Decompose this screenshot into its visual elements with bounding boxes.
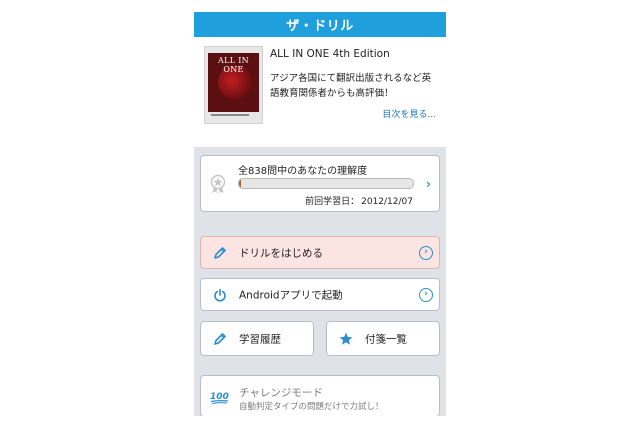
progress-label: 全838問中のあなたの理解度 xyxy=(238,166,368,177)
chevron-right-icon: › xyxy=(426,177,431,191)
toc-link[interactable]: 目次を見る... xyxy=(382,107,436,120)
progress-bar-fill xyxy=(239,179,241,188)
start-drill-label: ドリルをはじめる xyxy=(239,247,323,259)
sticky-notes-button[interactable]: 付箋一覧 xyxy=(326,321,440,356)
app-screen: ザ・ドリル ALL IN ONE ALL IN ONE 4th Edition … xyxy=(194,12,446,416)
sticky-notes-label: 付箋一覧 xyxy=(365,333,407,345)
book-description: アジア各国にて翻訳出版されるなど英語教育関係者からも高評価！ xyxy=(270,73,432,99)
study-history-label: 学習履歴 xyxy=(239,333,281,345)
pencil-icon xyxy=(213,246,227,260)
chevron-circle-icon: › xyxy=(419,287,433,302)
star-icon xyxy=(339,332,353,346)
last-study-value: 2012/12/07 xyxy=(361,197,413,207)
challenge-mode-button[interactable]: 100 チャレンジモード 自動判定タイプの問題だけで力試し！ xyxy=(200,375,440,416)
app-title: ザ・ドリル xyxy=(286,19,354,34)
book-info: ALL IN ONE ALL IN ONE 4th Edition アジア各国に… xyxy=(194,37,446,147)
last-study-label: 前回学習日： xyxy=(305,197,360,207)
chevron-circle-icon: › xyxy=(419,245,433,260)
challenge-mode-subtitle: 自動判定タイプの問題だけで力試し！ xyxy=(239,402,384,412)
study-history-button[interactable]: 学習履歴 xyxy=(200,321,314,356)
book-title: ALL IN ONE 4th Edition xyxy=(270,48,390,60)
pencil-icon xyxy=(213,332,227,346)
start-drill-button[interactable]: ドリルをはじめる › xyxy=(200,236,440,269)
progress-card[interactable]: 全838問中のあなたの理解度 前回学習日： 2012/12/07 › xyxy=(200,155,440,212)
launch-android-app-button[interactable]: Androidアプリで起動 › xyxy=(200,278,440,311)
title-bar: ザ・ドリル xyxy=(194,12,446,37)
challenge-mode-label: チャレンジモード xyxy=(239,387,323,399)
medal-icon xyxy=(210,174,226,194)
launch-android-app-label: Androidアプリで起動 xyxy=(239,289,343,301)
cover-title: ALL IN ONE xyxy=(218,56,249,74)
power-icon xyxy=(213,288,227,302)
hundred-points-icon: 100 xyxy=(210,389,230,404)
menu-panel: 全838問中のあなたの理解度 前回学習日： 2012/12/07 › ドリルをはじ… xyxy=(194,147,446,416)
book-cover[interactable]: ALL IN ONE xyxy=(204,46,263,124)
progress-bar xyxy=(238,178,414,189)
cover-footer-mark xyxy=(211,114,249,116)
last-study-date: 前回学習日： 2012/12/07 xyxy=(305,194,413,207)
cover-artwork: ALL IN ONE xyxy=(208,53,259,112)
